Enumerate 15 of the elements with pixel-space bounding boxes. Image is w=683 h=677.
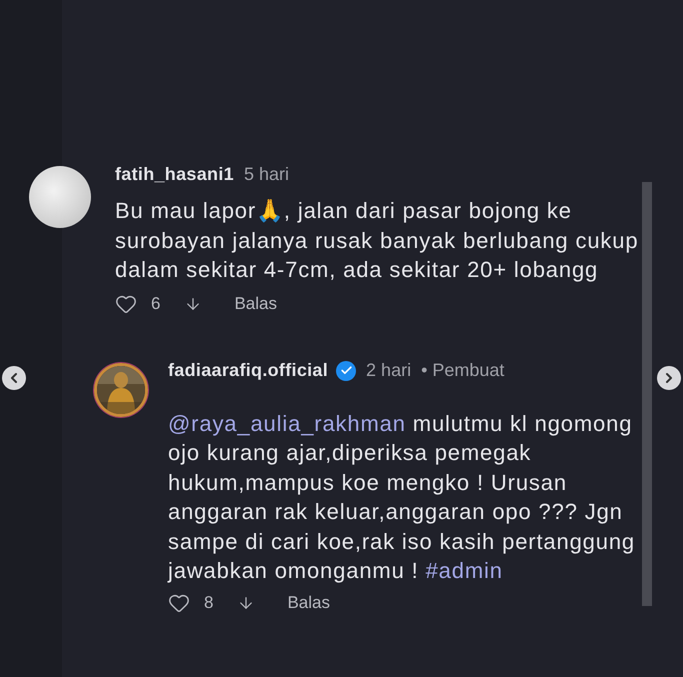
hashtag-link[interactable]: #admin [426, 558, 503, 583]
username[interactable]: fatih_hasani1 [115, 164, 234, 184]
author-label: • Pembuat [421, 360, 504, 381]
reply-button[interactable]: Balas [287, 592, 330, 612]
like-count: 6 [151, 294, 160, 314]
username[interactable]: fadiaarafiq.official [168, 360, 328, 381]
comment-time: 2 hari [366, 360, 412, 381]
like-count: 8 [204, 592, 214, 612]
avatar[interactable] [94, 362, 148, 416]
comment-text: Bu mau lapor🙏, jalan dari pasar bojong ke surobayan jalanya rusak banyak berlubang cukup dalam sekitar 4-7cm, ada sekitar 20+ lobangg [115, 197, 640, 284]
scroll-bar[interactable] [642, 182, 652, 606]
previous-button[interactable] [2, 366, 26, 390]
mention-link[interactable]: @raya_aulia_rakhman [168, 410, 406, 436]
comment-time: 5 hari [244, 164, 289, 184]
reply-button[interactable]: Balas [234, 294, 277, 314]
